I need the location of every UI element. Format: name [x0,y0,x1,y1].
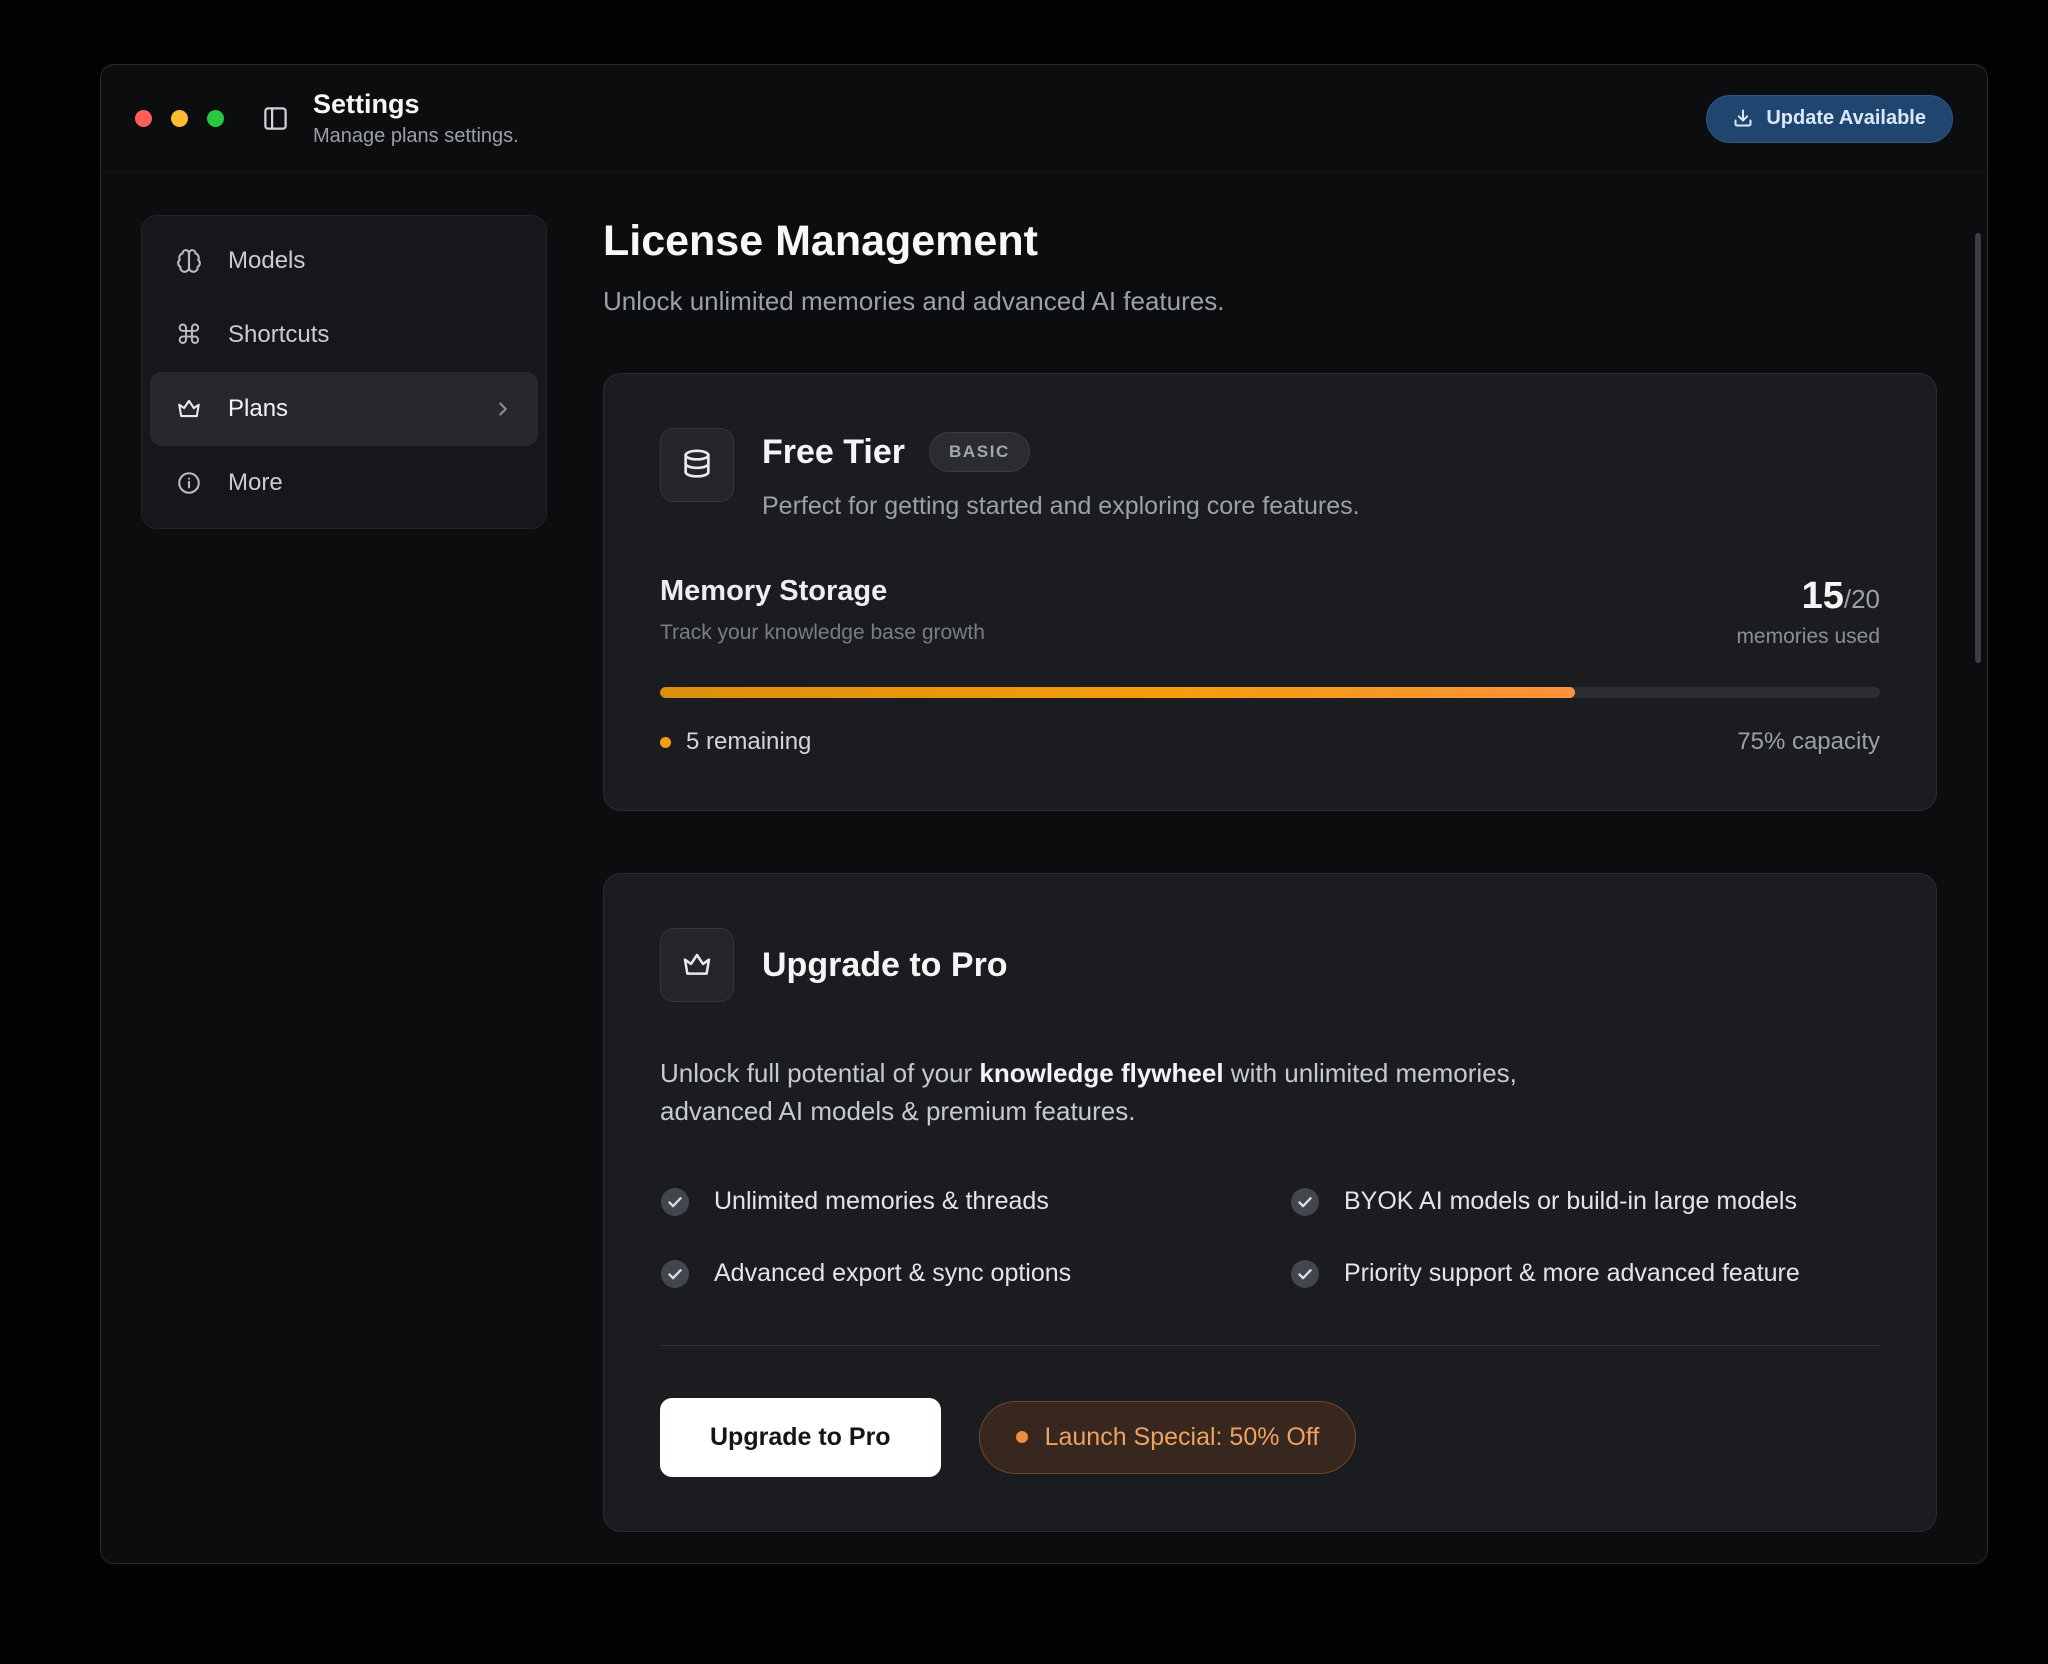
sidebar-item-more[interactable]: More [150,446,538,520]
command-icon: ⌘ [174,322,204,349]
memories-total: /20 [1844,584,1880,614]
pro-description-prefix: Unlock full potential of your [660,1058,979,1088]
update-available-button[interactable]: Update Available [1706,95,1953,143]
feature-label: Priority support & more advanced feature [1344,1259,1800,1288]
settings-sidebar: Models ⌘ Shortcuts Plans [141,215,547,529]
pro-actions: Upgrade to Pro Launch Special: 50% Off [660,1398,1880,1477]
close-button[interactable] [135,110,152,127]
check-icon [1290,1259,1320,1289]
memories-used-label: memories used [1736,625,1880,649]
memory-usage-counter: 15/20 memories used [1736,575,1880,649]
free-tier-card: Free Tier BASIC Perfect for getting star… [603,373,1937,811]
feature-item: Priority support & more advanced feature [1290,1259,1880,1289]
download-icon [1733,108,1753,128]
brain-icon [174,248,204,274]
check-icon [660,1187,690,1217]
upgrade-to-pro-button[interactable]: Upgrade to Pro [660,1398,941,1477]
free-tier-title: Free Tier [762,433,905,472]
window-title-block: Settings Manage plans settings. [313,89,519,148]
free-tier-header: Free Tier BASIC Perfect for getting star… [660,428,1880,521]
feature-label: BYOK AI models or build-in large models [1344,1187,1797,1216]
free-tier-header-text: Free Tier BASIC Perfect for getting star… [762,428,1360,521]
capacity-label: 75% capacity [1737,728,1880,756]
memory-storage-labels: Memory Storage Track your knowledge base… [660,575,985,645]
pro-header: Upgrade to Pro [660,928,1880,1002]
memory-storage-subtitle: Track your knowledge base growth [660,621,985,645]
info-icon [174,470,204,496]
scrollbar-thumb[interactable] [1975,233,1981,663]
memory-progress-meta: 5 remaining 75% capacity [660,728,1880,756]
sidebar-item-label: Shortcuts [228,321,329,349]
screen: Settings Manage plans settings. Update A… [0,0,2048,1664]
sidebar-item-label: More [228,469,283,497]
memory-progress-bar [660,687,1880,698]
sidebar-item-plans[interactable]: Plans [150,372,538,446]
memory-storage-row: Memory Storage Track your knowledge base… [660,575,1880,649]
crown-icon [660,928,734,1002]
window-subtitle: Manage plans settings. [313,125,519,148]
divider [660,1345,1880,1346]
update-available-label: Update Available [1766,107,1926,130]
sidebar-item-label: Plans [228,395,288,423]
sidebar-item-models[interactable]: Models [150,224,538,298]
basic-badge: BASIC [929,432,1030,472]
window-title: Settings [313,89,519,120]
memory-storage-title: Memory Storage [660,575,985,608]
zoom-button[interactable] [207,110,224,127]
crown-icon [174,396,204,422]
content-area: Models ⌘ Shortcuts Plans [101,173,1987,1563]
feature-item: Unlimited memories & threads [660,1187,1250,1217]
memories-remaining-label: 5 remaining [686,728,811,756]
free-tier-description: Perfect for getting started and explorin… [762,492,1360,521]
pro-title: Upgrade to Pro [762,946,1008,985]
settings-window: Settings Manage plans settings. Update A… [100,64,1988,1564]
check-icon [660,1259,690,1289]
feature-item: Advanced export & sync options [660,1259,1250,1289]
orange-dot-icon [660,737,671,748]
memories-remaining: 5 remaining [660,728,811,756]
pro-features-grid: Unlimited memories & threads BYOK AI mod… [660,1187,1880,1289]
launch-special-pill[interactable]: Launch Special: 50% Off [979,1401,1357,1474]
sidebar-toggle-icon[interactable] [262,105,289,132]
memories-used-count: 15 [1802,575,1844,617]
chevron-right-icon [492,398,514,420]
pro-description: Unlock full potential of your knowledge … [660,1054,1560,1131]
pro-description-bold: knowledge flywheel [979,1058,1223,1088]
page-subtitle: Unlock unlimited memories and advanced A… [603,286,1937,317]
window-controls [135,110,224,127]
feature-label: Unlimited memories & threads [714,1187,1049,1216]
feature-label: Advanced export & sync options [714,1259,1071,1288]
launch-special-label: Launch Special: 50% Off [1045,1423,1320,1452]
page-title: License Management [603,217,1937,266]
feature-item: BYOK AI models or build-in large models [1290,1187,1880,1217]
promo-dot-icon [1016,1431,1028,1443]
upgrade-pro-card: Upgrade to Pro Unlock full potential of … [603,873,1937,1532]
check-icon [1290,1187,1320,1217]
main-panel: License Management Unlock unlimited memo… [603,215,1937,1563]
titlebar: Settings Manage plans settings. Update A… [101,65,1987,173]
database-icon [660,428,734,502]
memory-progress-fill [660,687,1575,698]
sidebar-item-label: Models [228,247,305,275]
sidebar-item-shortcuts[interactable]: ⌘ Shortcuts [150,298,538,372]
minimize-button[interactable] [171,110,188,127]
